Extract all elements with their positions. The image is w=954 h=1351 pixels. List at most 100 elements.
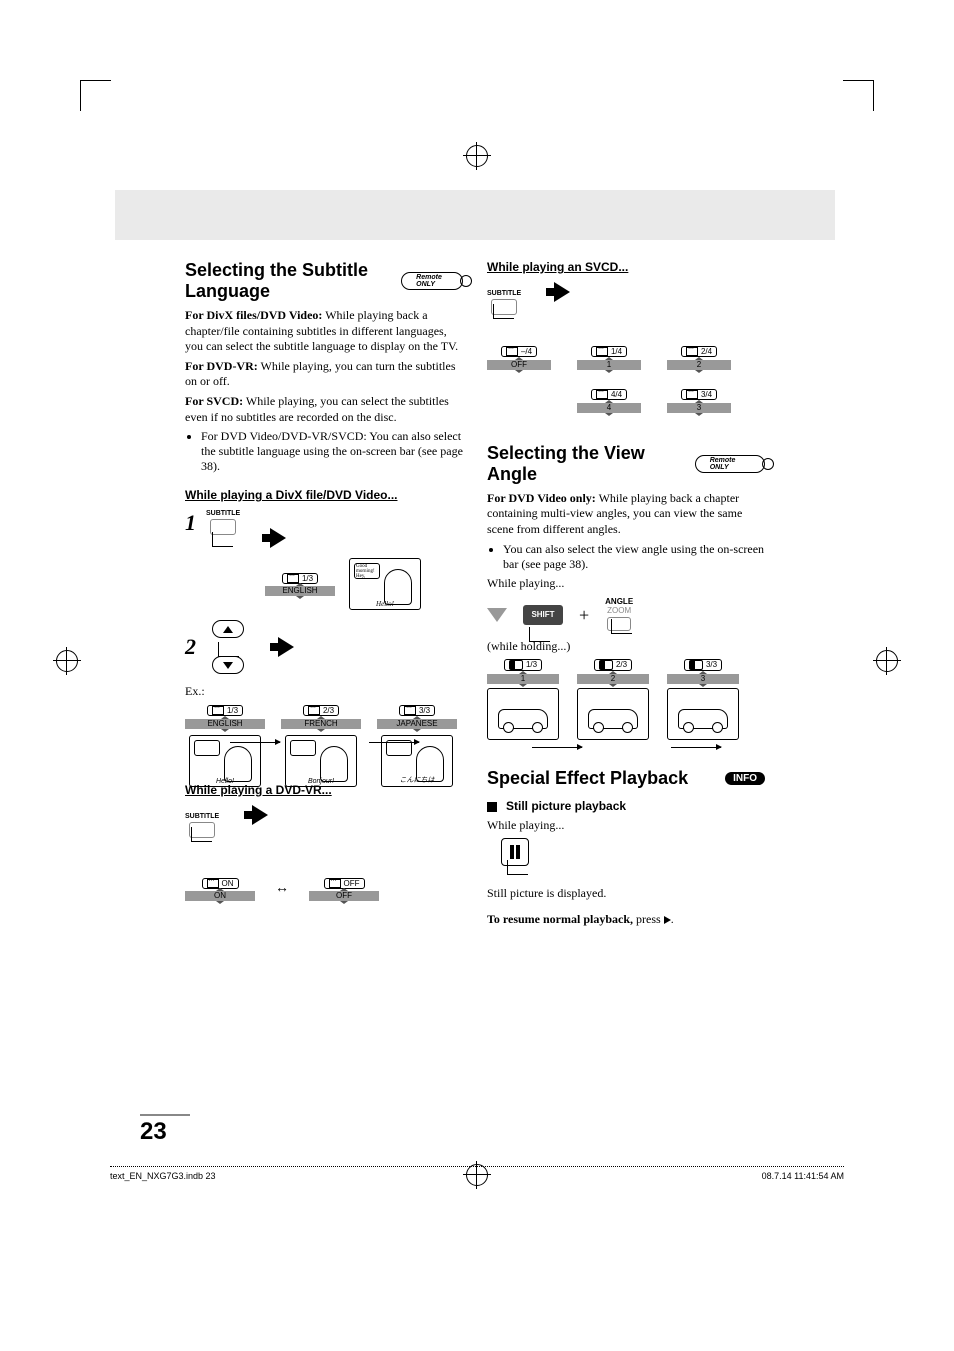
still-result: Still picture is displayed. [487, 886, 765, 902]
content-area: Selecting the Subtitle Language Remote O… [185, 200, 765, 1130]
osd-language: JAPANESE [396, 719, 437, 728]
osd-top: 1/3 [207, 705, 243, 716]
osd-fraction: 3/4 [701, 390, 712, 399]
subtitle-icon [308, 706, 320, 715]
arrow-icon [671, 747, 721, 748]
bullet-list: For DVD Video/DVD-VR/SVCD: You can also … [185, 429, 463, 474]
subtitle-icon [212, 706, 224, 715]
shift-press: SHIFT [523, 605, 563, 625]
osd-top: 2/3 [303, 705, 339, 716]
step-number-2: 2 [185, 634, 196, 660]
step-2: 2 [185, 620, 463, 674]
section-title-special-effect: Special Effect Playback INFO [487, 768, 765, 789]
bidirectional-arrow-icon: ↔ [275, 881, 289, 897]
osd-fraction: 2/4 [701, 347, 712, 356]
crop-mark [80, 80, 111, 111]
svcd-cell-empty [487, 388, 551, 413]
osd-fraction: 1/3 [302, 574, 313, 583]
bullet-list: You can also select the view angle using… [487, 542, 765, 572]
play-icon [664, 916, 671, 924]
subheading-svcd: While playing an SVCD... [487, 260, 765, 274]
header-band [115, 190, 835, 240]
osd-bar-label: 2 [611, 674, 615, 683]
section-title-text: Special Effect Playback [487, 768, 688, 789]
osd-bar-label: ON [214, 891, 226, 900]
footer-left: text_EN_NXG7G3.indb 23 [110, 1171, 216, 1181]
up-button-icon [212, 620, 244, 638]
key-icon [189, 822, 215, 838]
angle-grid: 1/3 1 2/3 2 3/3 3 [487, 659, 765, 743]
car-icon [588, 709, 638, 729]
osd-fraction: 2/3 [616, 660, 627, 669]
osd-bar: ENGLISH [265, 586, 335, 596]
shift-angle-row: SHIFT + ANGLE ZOOM [487, 597, 765, 633]
osd-indicator: ON ON [185, 878, 255, 901]
osd-bar-label: OFF [336, 891, 352, 900]
osd-top: 3/3 [684, 659, 722, 671]
osd-bar: JAPANESE [377, 719, 457, 729]
subtitle-icon [329, 879, 341, 888]
speech-bubble [194, 740, 220, 756]
paragraph: For DVD Video only: While playing back a… [487, 491, 765, 538]
osd-indicator: OFF OFF [309, 878, 379, 901]
section-title-view-angle: Selecting the View Angle Remote ONLY [487, 443, 765, 485]
example-cell: Bonjour! [281, 735, 361, 790]
svcd-cell: 2/4 2 [667, 345, 731, 370]
osd-top: 2/3 [594, 659, 632, 671]
subtitle-button-icon: SUBTITLE [487, 290, 521, 315]
example-grid: 1/3 ENGLISH 2/3 FRENCH 3/3 JAPANESE Hell… [185, 704, 463, 790]
resume-line: To resume normal playback, press . [487, 912, 765, 928]
down-button-icon [212, 656, 244, 674]
osd-fraction: 2/3 [323, 706, 334, 715]
scene-illustration: Bonjour! [285, 735, 357, 787]
step-1-result: 1/3 ENGLISH Good morning! Hey, what's up… [265, 558, 463, 610]
osd-value: ON [222, 879, 234, 888]
car-scene [667, 688, 739, 740]
square-bullet-icon [487, 802, 497, 812]
paragraph: For DivX files/DVD Video: While playing … [185, 308, 463, 355]
bullet-item: You can also select the view angle using… [503, 542, 765, 572]
bold-lead: For DVD-VR: [185, 359, 258, 373]
osd-fraction: 3/3 [706, 660, 717, 669]
osd-fraction: 1/4 [611, 347, 622, 356]
osd-top: 1/4 [591, 346, 627, 357]
osd-fraction: 1/3 [227, 706, 238, 715]
subtitle-button-icon: SUBTITLE [206, 510, 240, 535]
registration-mark [56, 650, 78, 672]
pause-button-icon [501, 838, 529, 866]
arrow-icon [532, 747, 582, 748]
still-heading-text: Still picture playback [506, 799, 626, 813]
triangle-up-icon [223, 626, 233, 633]
angle-icon [599, 660, 613, 670]
registration-mark [876, 650, 898, 672]
down-arrow-icon [487, 608, 507, 622]
still-heading: Still picture playback [487, 799, 765, 815]
osd-bar: ENGLISH [185, 719, 265, 729]
svcd-grid: –/4 OFF 1/4 1 2/4 2 4/4 4 [487, 345, 765, 413]
osd-language: FRENCH [304, 719, 337, 728]
osd-fraction: –/4 [521, 347, 532, 356]
remote-only-badge: Remote ONLY [695, 455, 765, 473]
angle-cell: 1/3 1 [487, 659, 559, 743]
subtitle-icon [686, 390, 698, 399]
angle-zoom-label: ANGLE ZOOM [605, 597, 633, 631]
subtitle-button-label: SUBTITLE [206, 510, 240, 517]
crop-mark [843, 80, 874, 111]
subtitle-icon [207, 879, 219, 888]
paragraph: For DVD-VR: While playing, you can turn … [185, 359, 463, 390]
registration-mark [466, 145, 488, 167]
osd-fraction: 3/3 [419, 706, 430, 715]
osd-bar: OFF [487, 360, 551, 370]
info-badge: INFO [725, 772, 765, 785]
subtitle-press: SUBTITLE [487, 282, 765, 315]
caption: Hello! [216, 778, 234, 785]
pause-press [501, 838, 765, 866]
svcd-cell: 3/4 3 [667, 388, 731, 413]
car-icon [498, 709, 548, 729]
key-icon [210, 519, 236, 535]
page-number: 23 [140, 1114, 190, 1146]
svcd-cell: –/4 OFF [487, 345, 551, 370]
car-scene [487, 688, 559, 740]
bullet-item: For DVD Video/DVD-VR/SVCD: You can also … [201, 429, 463, 474]
right-column: While playing an SVCD... SUBTITLE –/4 OF… [487, 260, 765, 931]
